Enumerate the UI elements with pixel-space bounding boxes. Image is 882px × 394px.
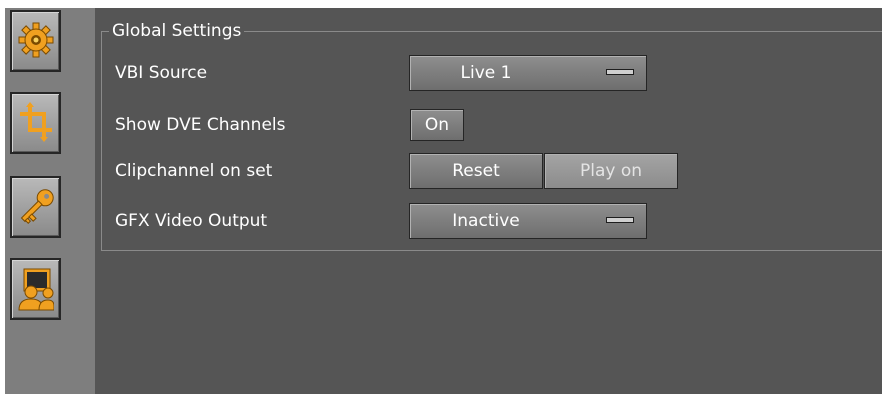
sidebar-item-crop[interactable] — [10, 92, 61, 154]
show-dve-channels-toggle[interactable]: On — [410, 109, 464, 141]
clipchannel-play-on-button[interactable]: Play on — [544, 153, 678, 189]
show-dve-channels-label: Show DVE Channels — [115, 115, 286, 135]
clipchannel-reset-button[interactable]: Reset — [409, 153, 543, 189]
sidebar-item-users[interactable] — [10, 258, 61, 320]
vbi-source-dropdown[interactable]: Live 1 — [409, 55, 647, 91]
clipchannel-on-set-label: Clipchannel on set — [115, 161, 273, 181]
group-title: Global Settings — [109, 20, 245, 42]
group-border — [101, 31, 102, 250]
sidebar-item-settings[interactable] — [10, 10, 61, 72]
settings-panel: Global Settings VBI Source Live 1 Show D… — [95, 8, 882, 394]
gfx-video-output-dropdown[interactable]: Inactive — [409, 203, 647, 239]
gfx-video-output-value: Inactive — [452, 211, 520, 231]
settings-window: Global Settings VBI Source Live 1 Show D… — [5, 8, 882, 394]
group-border — [101, 250, 882, 251]
vbi-source-value: Live 1 — [460, 63, 512, 83]
dropdown-grip-icon — [606, 217, 634, 223]
sidebar — [5, 8, 95, 394]
sidebar-item-key[interactable] — [10, 176, 61, 238]
vbi-source-label: VBI Source — [115, 63, 208, 83]
gfx-video-output-label: GFX Video Output — [115, 211, 268, 231]
dropdown-grip-icon — [606, 69, 634, 75]
